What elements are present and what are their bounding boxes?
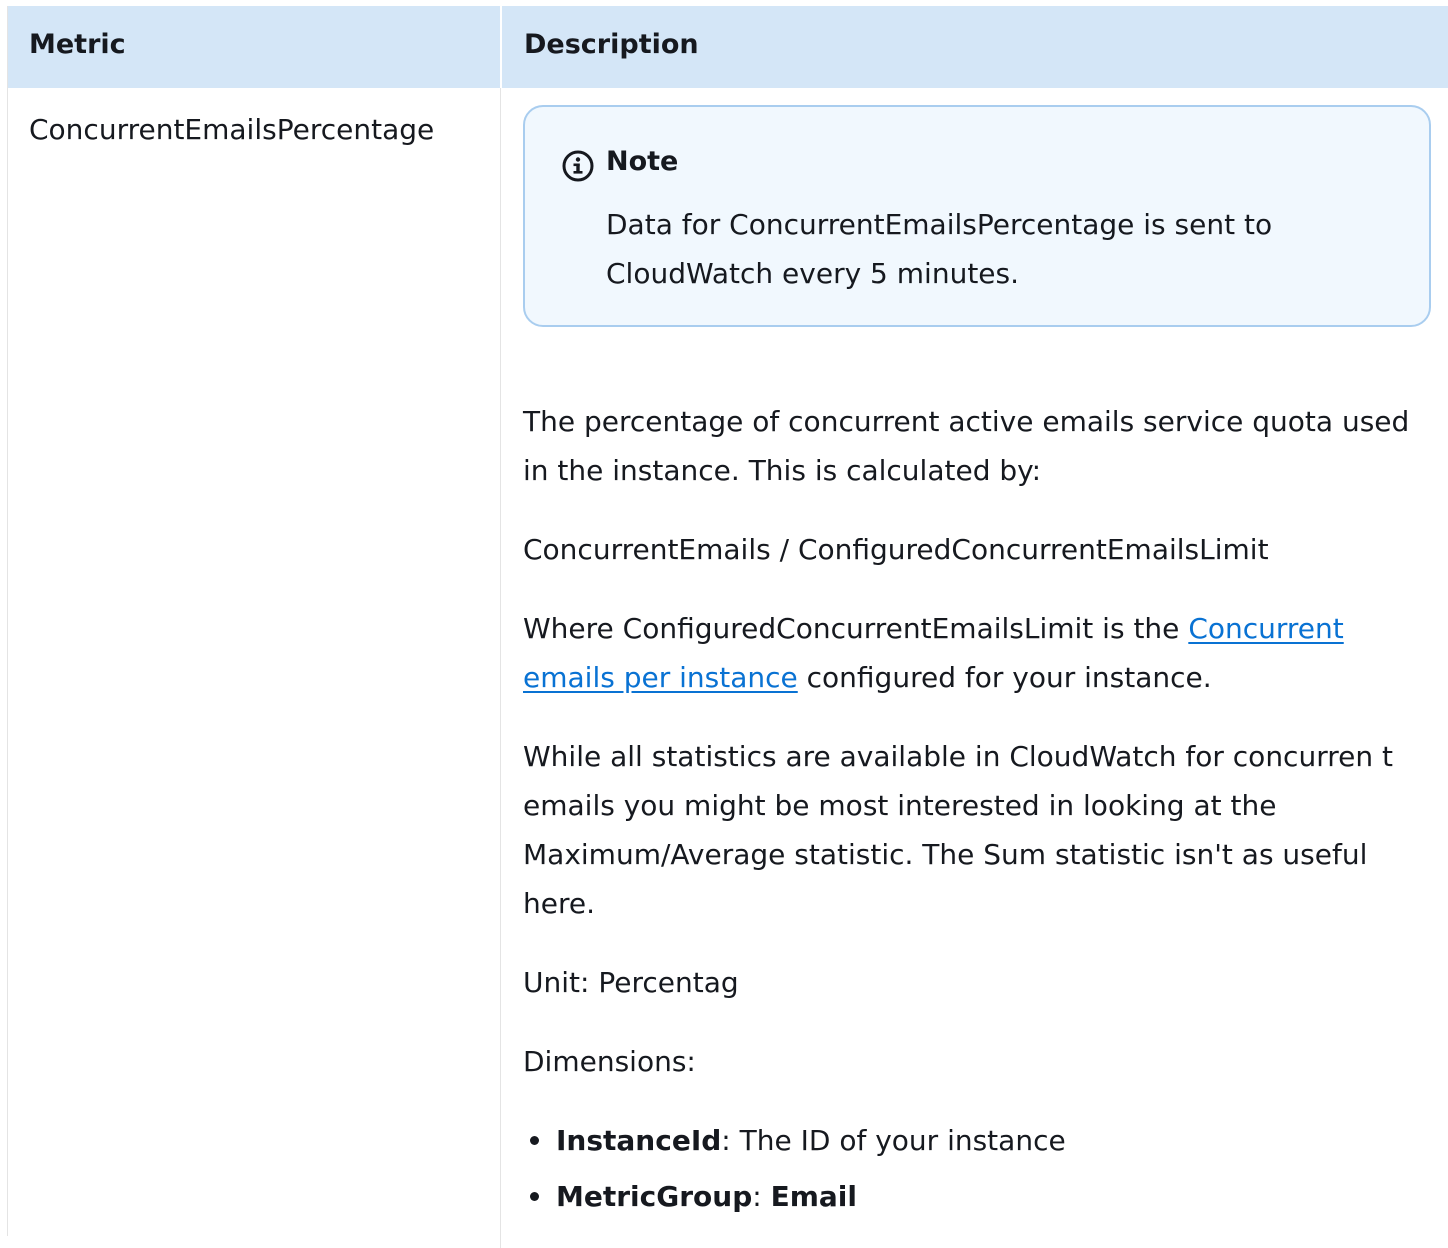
limit-text-after: configured for your instance. [797,661,1212,694]
metric-name: ConcurrentEmailsPercentage [29,113,435,146]
info-icon [562,150,594,182]
dimension-separator: : [721,1124,740,1157]
dimensions-label: Dimensions: [523,1045,696,1078]
column-divider [500,88,501,1248]
dimension-value: Email [770,1180,857,1213]
dimensions-list: InstanceId: The ID of your instance Metr… [523,1116,1435,1228]
description-paragraph: The percentage of concurrent active emai… [523,405,1410,487]
table-header-row: Metric Description [8,6,1448,88]
note-text: Data for ConcurrentEmailsPercentage is s… [606,208,1273,290]
dimension-name: InstanceId [556,1124,722,1157]
unit-paragraph: Unit: Percentag [523,966,739,999]
formula-paragraph: ConcurrentEmails / ConfiguredConcurrentE… [523,533,1269,566]
header-divider [500,6,502,88]
description-cell: Note Data for ConcurrentEmailsPercentage… [523,105,1435,1228]
limit-text-before: Where ConfiguredConcurrentEmailsLimit is… [523,612,1189,645]
bullet-icon [530,1192,539,1201]
header-metric: Metric [29,29,126,60]
list-item: InstanceId: The ID of your instance [523,1116,1435,1172]
dimension-separator: : [752,1180,771,1213]
note-title: Note [606,146,679,177]
statistics-paragraph: While all statistics are available in Cl… [523,740,1393,920]
limit-paragraph: Where ConfiguredConcurrentEmailsLimit is… [523,604,1435,702]
bullet-icon [530,1136,539,1145]
list-item: MetricGroup: Email [523,1172,1435,1228]
dimension-value: The ID of your instance [739,1124,1066,1157]
header-description: Description [524,29,699,60]
metrics-table: Metric Description ConcurrentEmailsPerce… [7,6,1448,1248]
dimension-name: MetricGroup [556,1180,753,1213]
note-callout: Note Data for ConcurrentEmailsPercentage… [523,105,1431,327]
